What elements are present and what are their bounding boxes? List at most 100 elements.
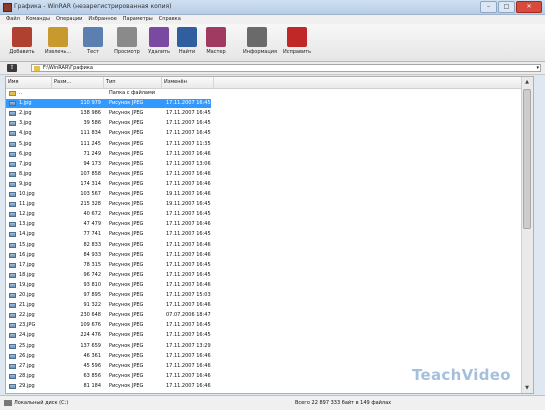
file-row[interactable]: 17.jpg 78 315 Рисунок JPEG 17.11.2007 16:45 — [6, 261, 533, 270]
file-row[interactable]: 24.jpg 224 476 Рисунок JPEG 17.11.2007 16:4… — [6, 331, 533, 340]
file-row[interactable]: 6.jpg 71 249 Рисунок JPEG 17.11.2007 16:46 — [6, 150, 533, 159]
file-row[interactable]: 1.jpg 110 979 Рисунок JPEG 17.11.2007 16:45 — [6, 99, 533, 109]
image-file-icon — [9, 202, 16, 208]
scroll-up-icon[interactable]: ▲ — [523, 78, 531, 86]
file-name: 20.jpg — [19, 292, 35, 298]
file-name: 22.jpg — [19, 312, 35, 319]
file-size: 96 742 — [83, 271, 102, 278]
file-type: Рисунок JPEG — [109, 362, 144, 369]
toolbar-button-label: Информация — [243, 49, 278, 55]
file-type: Рисунок JPEG — [109, 150, 144, 157]
file-name: 2.jpg — [19, 110, 32, 117]
chevron-down-icon[interactable]: ▾ — [536, 65, 539, 72]
file-size: 111 245 — [80, 140, 101, 147]
file-row[interactable]: 25.jpg 137 659 Рисунок JPEG 17.11.2007 13:2… — [6, 342, 533, 351]
file-row[interactable]: 15.jpg 82 833 Рисунок JPEG 17.11.2007 16:46 — [6, 241, 533, 250]
file-row[interactable]: 23.JPG 109 676 Рисунок JPEG 17.11.2007 16:4… — [6, 321, 533, 330]
scrollbar-thumb[interactable] — [523, 89, 531, 229]
file-type: Рисунок JPEG — [109, 372, 144, 379]
file-name: 19.jpg — [19, 281, 35, 288]
toolbar-button-find[interactable]: Найти — [173, 26, 201, 59]
path-field[interactable]: F:\WinRAR\Графика ▾ — [31, 64, 541, 72]
file-size: 77 741 — [83, 231, 102, 238]
file-modified: 17.11.2007 16:45 — [166, 231, 211, 238]
file-row[interactable]: 12.jpg 40 672 Рисунок JPEG 17.11.2007 16:45 — [6, 210, 533, 219]
toolbar-button-label: Просмотр — [114, 49, 140, 55]
file-type: Рисунок JPEG — [109, 191, 144, 197]
file-name: 8.jpg — [19, 170, 32, 177]
drive-label[interactable]: Локальный диск (C:) — [14, 399, 68, 407]
toolbar-button-wizard[interactable]: Мастер — [202, 26, 230, 59]
file-row[interactable]: 11.jpg 215 328 Рисунок JPEG 19.11.2007 16:4… — [6, 200, 533, 209]
file-row[interactable]: 7.jpg 94 173 Рисунок JPEG 17.11.2007 13:06 — [6, 160, 533, 169]
file-row[interactable]: 4.jpg 111 834 Рисунок JPEG 17.11.2007 16:45 — [6, 129, 533, 138]
menu-file[interactable]: Файл — [6, 15, 20, 24]
toolbar-button-label: Мастер — [206, 49, 226, 55]
close-button[interactable]: ✕ — [516, 1, 542, 13]
toolbar-button-delete[interactable]: Удалить — [145, 26, 173, 59]
file-row[interactable]: 20.jpg 97 895 Рисунок JPEG 17.11.2007 15:03 — [6, 291, 533, 300]
vertical-scrollbar[interactable]: ▲ ▼ — [521, 77, 533, 393]
file-modified: 17.11.2007 16:46 — [166, 180, 211, 187]
file-row[interactable]: 26.jpg 46 361 Рисунок JPEG 17.11.2007 16:46 — [6, 352, 533, 361]
toolbar-button-add-archive[interactable]: Добавить — [8, 26, 36, 59]
column-type-header[interactable]: Тип — [104, 77, 162, 88]
toolbar-button-info[interactable]: Информация — [243, 26, 278, 59]
menu-options[interactable]: Параметры — [123, 15, 153, 24]
file-modified: 17.11.2007 16:46 — [166, 372, 211, 379]
file-row[interactable]: 22.jpg 230 648 Рисунок JPEG 07.07.2006 18:4… — [6, 311, 533, 320]
image-file-icon — [9, 303, 16, 309]
file-name: 11.jpg — [19, 201, 35, 208]
toolbar-button-extract[interactable]: Извлечь... — [44, 26, 72, 59]
file-row[interactable]: 19.jpg 93 810 Рисунок JPEG 17.11.2007 16:46 — [6, 281, 533, 290]
file-modified: 17.11.2007 13:29 — [166, 342, 211, 349]
menu-favorites[interactable]: Избранное — [88, 15, 116, 24]
file-row[interactable]: 18.jpg 96 742 Рисунок JPEG 17.11.2007 16:45 — [6, 271, 533, 280]
file-modified: 17.11.2007 15:03 — [166, 292, 211, 298]
menu-bar: Файл Команды Операции Избранное Параметр… — [0, 15, 545, 24]
file-modified: 17.11.2007 16:46 — [166, 241, 211, 248]
file-row[interactable]: 2.jpg 138 986 Рисунок JPEG 17.11.2007 16:45 — [6, 109, 533, 118]
image-file-icon — [9, 222, 16, 228]
toolbar-button-test[interactable]: Тест — [79, 26, 107, 59]
file-row[interactable]: 8.jpg 107 858 Рисунок JPEG 17.11.2007 16:46 — [6, 170, 533, 179]
file-row[interactable]: 5.jpg 111 245 Рисунок JPEG 17.11.2007 11:35 — [6, 140, 533, 149]
file-row[interactable]: 3.jpg 39 586 Рисунок JPEG 17.11.2007 16:45 — [6, 119, 533, 128]
toolbar-button-repair[interactable]: Исправить — [283, 26, 311, 59]
file-type: Рисунок JPEG — [109, 382, 144, 389]
image-file-icon — [9, 171, 16, 177]
file-type: Рисунок JPEG — [109, 292, 144, 298]
image-file-icon — [9, 242, 16, 248]
scroll-down-icon[interactable]: ▼ — [523, 384, 531, 392]
file-list-header: Имя Разм... Тип Изменён — [6, 77, 533, 89]
toolbar-button-view[interactable]: Просмотр — [113, 26, 141, 59]
toolbar-button-label: Извлечь... — [44, 49, 72, 55]
toolbar: Добавить Извлечь... Тест Просмотр Удалить Най… — [0, 24, 545, 62]
column-name-header[interactable]: Имя — [6, 77, 52, 88]
file-row[interactable]: 16.jpg 84 933 Рисунок JPEG 17.11.2007 16:46 — [6, 251, 533, 260]
menu-help[interactable]: Справка — [159, 15, 181, 24]
file-size: 45 596 — [83, 362, 102, 369]
file-row[interactable]: 9.jpg 174 314 Рисунок JPEG 17.11.2007 16:46 — [6, 180, 533, 189]
file-modified: 17.11.2007 16:46 — [166, 352, 211, 359]
up-folder-button[interactable]: ⇧ — [7, 64, 17, 72]
file-type: Рисунок JPEG — [109, 170, 144, 177]
file-type: Рисунок JPEG — [109, 160, 144, 167]
menu-operations[interactable]: Операции — [56, 15, 82, 24]
column-size-header[interactable]: Разм... — [52, 77, 104, 88]
file-list[interactable]: Имя Разм... Тип Изменён .. Папка с файлам… — [5, 76, 534, 394]
minimize-button[interactable]: – — [480, 1, 497, 13]
file-row[interactable]: 13.jpg 47 479 Рисунок JPEG 17.11.2007 16:46 — [6, 220, 533, 229]
column-modified-header[interactable]: Изменён — [162, 77, 214, 88]
file-row[interactable]: 10.jpg 103 567 Рисунок JPEG 19.11.2007 16:4… — [6, 190, 533, 199]
add-archive-icon — [12, 27, 32, 47]
file-row[interactable]: .. Папка с файлами — [6, 89, 533, 98]
maximize-button[interactable]: □ — [498, 1, 515, 13]
file-size: 40 672 — [83, 211, 102, 218]
file-row[interactable]: 21.jpg 91 322 Рисунок JPEG 17.11.2007 16:46 — [6, 301, 533, 310]
menu-commands[interactable]: Команды — [26, 15, 50, 24]
file-type: Рисунок JPEG — [109, 271, 144, 278]
file-row[interactable]: 14.jpg 77 741 Рисунок JPEG 17.11.2007 16:45 — [6, 230, 533, 239]
file-size: 109 676 — [80, 322, 101, 329]
find-icon — [177, 27, 197, 47]
